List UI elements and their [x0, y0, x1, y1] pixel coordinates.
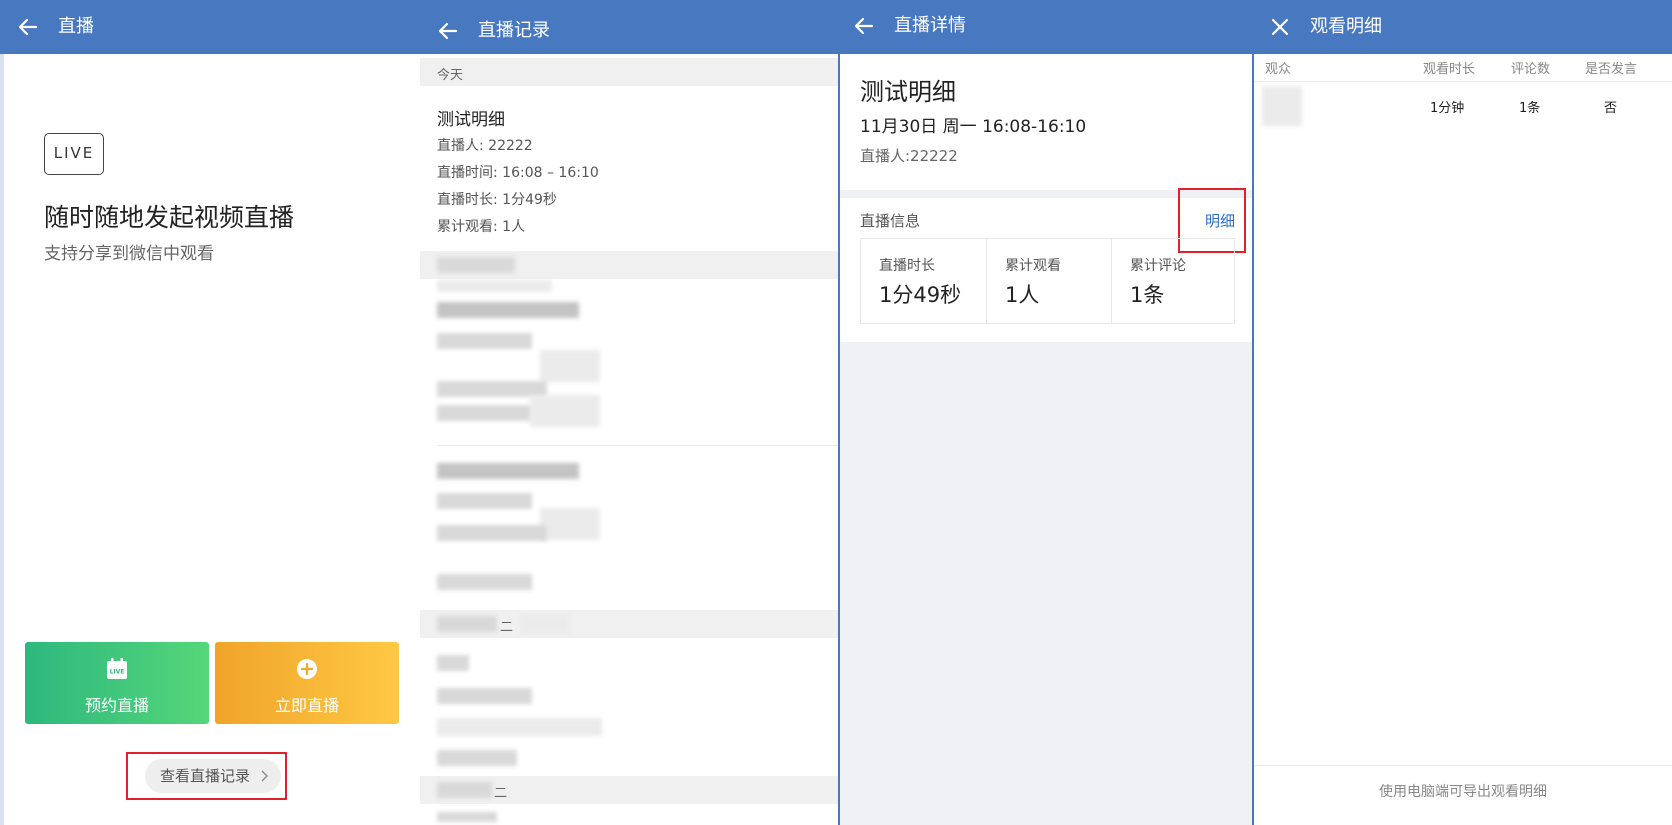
stat-value: 1条 — [1130, 283, 1165, 307]
record-viewers: 累计观看: 1人 — [437, 219, 526, 235]
section-label: 今天 — [437, 68, 464, 83]
plus-circle-icon — [297, 659, 317, 679]
live-datetime: 11月30日 周一 16:08-16:10 — [860, 117, 1087, 137]
export-hint: 使用电脑端可导出观看明细 — [1379, 784, 1547, 800]
page-title: 直播 — [58, 16, 94, 37]
viewer-detail-panel: 观看明细 观众 观看时长 评论数 是否发言 1分钟 1条 否 使用电脑端可导出观… — [1254, 0, 1672, 825]
stat-viewers: 累计观看 1人 — [986, 239, 1111, 323]
info-section-label: 直播信息 — [860, 212, 921, 230]
footer-divider — [1254, 765, 1672, 766]
section-header-blurred: 二 — [420, 776, 838, 804]
viewer-avatar-blurred — [1262, 86, 1302, 126]
list-divider — [437, 445, 838, 446]
table-header-divider — [1254, 81, 1672, 82]
page-title: 观看明细 — [1310, 16, 1382, 37]
record-host: 直播人: 22222 — [437, 138, 533, 154]
stat-label: 累计评论 — [1130, 258, 1186, 274]
section-header-blurred: 二 — [420, 610, 838, 638]
stat-label: 直播时长 — [879, 258, 935, 274]
spoke-flag: 否 — [1604, 101, 1618, 116]
stat-comments: 累计评论 1条 — [1111, 239, 1236, 323]
back-arrow-icon[interactable] — [436, 19, 460, 43]
stat-value: 1人 — [1005, 283, 1040, 307]
page-title: 直播详情 — [894, 15, 966, 36]
records-appbar: 直播记录 — [420, 0, 838, 54]
comment-count: 1条 — [1519, 101, 1541, 116]
watch-duration: 1分钟 — [1430, 101, 1465, 116]
stat-label: 累计观看 — [1005, 258, 1061, 274]
live-home-appbar: 直播 — [0, 0, 420, 54]
live-home-panel: 直播 LIVE 随时随地发起视频直播 支持分享到微信中观看 LIVE 预约直播 … — [0, 0, 420, 825]
live-logo: LIVE — [44, 133, 104, 175]
record-duration: 直播时长: 1分49秒 — [437, 192, 557, 208]
live-records-panel: 直播记录 今天 测试明细 直播人: 22222 直播时间: 16:08 – 16… — [420, 0, 838, 825]
page-title: 直播记录 — [478, 20, 550, 41]
section-header-blurred — [420, 251, 838, 279]
column-header: 观众 — [1265, 62, 1292, 77]
section-label: 二 — [500, 620, 514, 635]
start-live-button[interactable]: 立即直播 — [215, 642, 399, 724]
schedule-live-label: 预约直播 — [84, 696, 149, 715]
section-header-today: 今天 — [420, 58, 838, 86]
live-name: 测试明细 — [860, 78, 956, 106]
close-icon[interactable] — [1268, 15, 1292, 39]
viewers-appbar: 观看明细 — [1254, 0, 1672, 54]
subtitle: 支持分享到微信中观看 — [44, 244, 214, 264]
record-time: 直播时间: 16:08 – 16:10 — [437, 165, 599, 181]
stat-duration: 直播时长 1分49秒 — [861, 239, 986, 323]
live-detail-panel: 直播详情 测试明细 11月30日 周一 16:08-16:10 直播人:2222… — [838, 0, 1254, 825]
panel-border — [838, 0, 840, 825]
back-arrow-icon[interactable] — [852, 14, 876, 38]
left-edge-strip — [0, 54, 4, 825]
schedule-live-button[interactable]: LIVE 预约直播 — [25, 642, 209, 724]
record-title: 测试明细 — [437, 110, 505, 130]
calendar-icon-text: LIVE — [110, 669, 125, 676]
headline: 随时随地发起视频直播 — [44, 203, 295, 232]
calendar-live-icon: LIVE — [107, 658, 127, 679]
stat-value: 1分49秒 — [879, 283, 962, 307]
live-host: 直播人:22222 — [860, 147, 958, 165]
start-live-label: 立即直播 — [274, 696, 339, 715]
column-header: 观看时长 — [1423, 62, 1476, 77]
detail-appbar: 直播详情 — [838, 0, 1254, 54]
highlight-box — [126, 752, 287, 800]
back-arrow-icon[interactable] — [16, 15, 40, 39]
column-header: 评论数 — [1511, 62, 1551, 77]
stats-grid: 直播时长 1分49秒 累计观看 1人 累计评论 1条 — [860, 238, 1235, 324]
column-header: 是否发言 — [1585, 62, 1638, 77]
section-label: 二 — [494, 786, 508, 801]
